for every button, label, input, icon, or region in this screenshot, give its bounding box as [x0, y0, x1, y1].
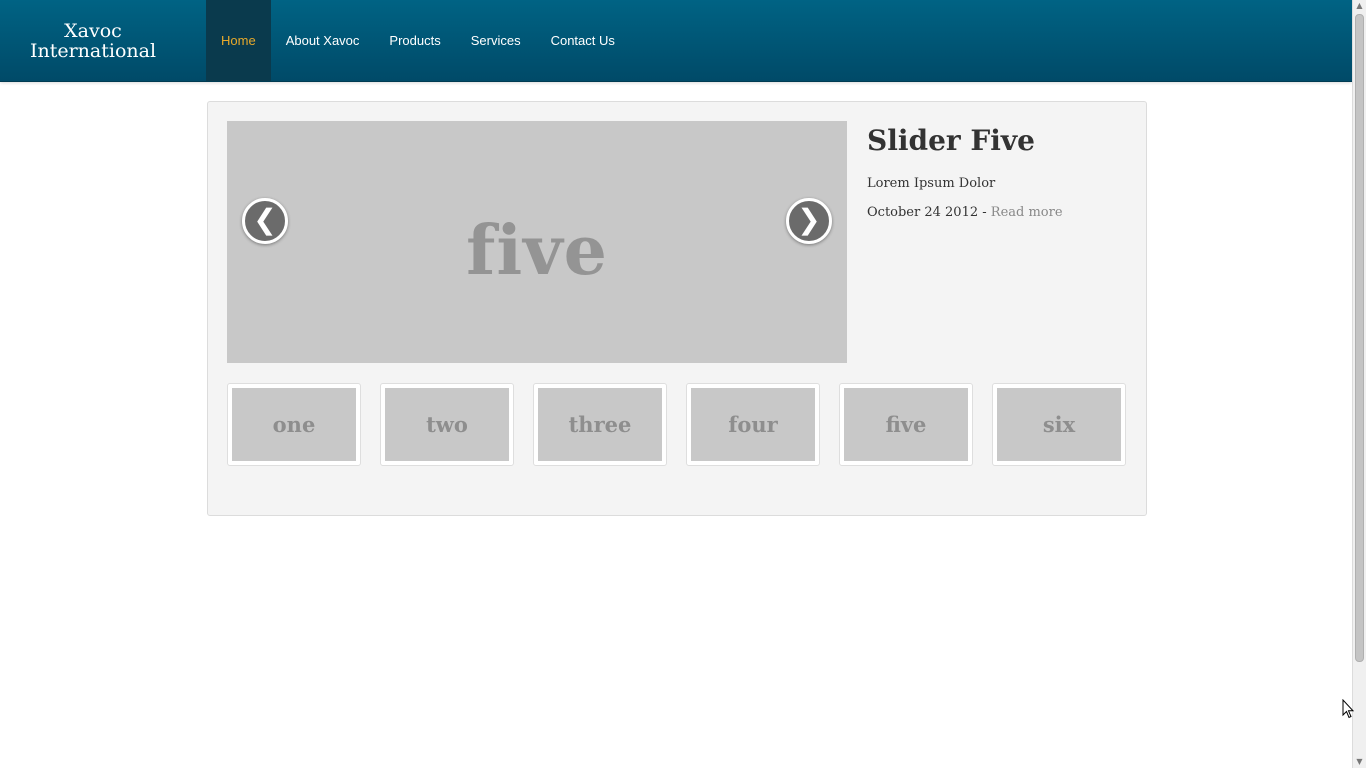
scrollbar-thumb[interactable] — [1355, 14, 1364, 662]
nav-contact-us[interactable]: Contact Us — [536, 0, 630, 81]
slide-caption: Slider Five Lorem Ipsum Dolor October 24… — [867, 124, 1127, 220]
thumbnail-strip: one two three four five six — [227, 383, 1127, 466]
page: Xavoc International Home About Xavoc Pro… — [0, 0, 1352, 768]
slide-title: Slider Five — [867, 124, 1035, 157]
thumbnail-label: six — [997, 388, 1121, 461]
thumbnail-six[interactable]: six — [992, 383, 1126, 466]
slide-image-text: five — [466, 211, 608, 291]
scroll-down-arrow-icon[interactable]: ▼ — [1353, 756, 1366, 768]
top-navbar: Xavoc International Home About Xavoc Pro… — [0, 0, 1352, 82]
slide-date: October 24 2012 - — [867, 205, 991, 220]
brand-logo[interactable]: Xavoc International — [0, 0, 186, 81]
read-more-link[interactable]: Read more — [991, 205, 1063, 220]
thumbnail-three[interactable]: three — [533, 383, 667, 466]
scroll-up-arrow-icon[interactable]: ▲ — [1353, 0, 1366, 12]
chevron-left-icon: ❮ — [253, 203, 277, 236]
nav-products[interactable]: Products — [374, 0, 455, 81]
slide-meta: October 24 2012 - Read more — [867, 205, 1127, 220]
slide-subtitle: Lorem Ipsum Dolor — [867, 176, 996, 191]
thumbnail-label: four — [691, 388, 815, 461]
main-nav: Home About Xavoc Products Services Conta… — [206, 0, 630, 81]
chevron-right-icon: ❯ — [797, 203, 821, 236]
nav-services[interactable]: Services — [456, 0, 536, 81]
previous-slide-button[interactable]: ❮ — [242, 198, 288, 244]
next-slide-button[interactable]: ❯ — [786, 198, 832, 244]
thumbnail-five[interactable]: five — [839, 383, 973, 466]
nav-home[interactable]: Home — [206, 0, 271, 81]
mouse-pointer-icon — [1342, 699, 1354, 719]
nav-about-xavoc[interactable]: About Xavoc — [271, 0, 375, 81]
thumbnail-label: five — [844, 388, 968, 461]
thumbnail-two[interactable]: two — [380, 383, 514, 466]
vertical-scrollbar[interactable]: ▲ ▼ — [1352, 0, 1366, 768]
thumbnail-four[interactable]: four — [686, 383, 820, 466]
thumbnail-one[interactable]: one — [227, 383, 361, 466]
slider-panel: five ❮ ❯ Slider Five Lorem Ipsum Dolor O… — [207, 101, 1147, 516]
thumbnail-label: two — [385, 388, 509, 461]
thumbnail-label: three — [538, 388, 662, 461]
thumbnail-label: one — [232, 388, 356, 461]
slide-image: five ❮ ❯ — [227, 121, 847, 363]
